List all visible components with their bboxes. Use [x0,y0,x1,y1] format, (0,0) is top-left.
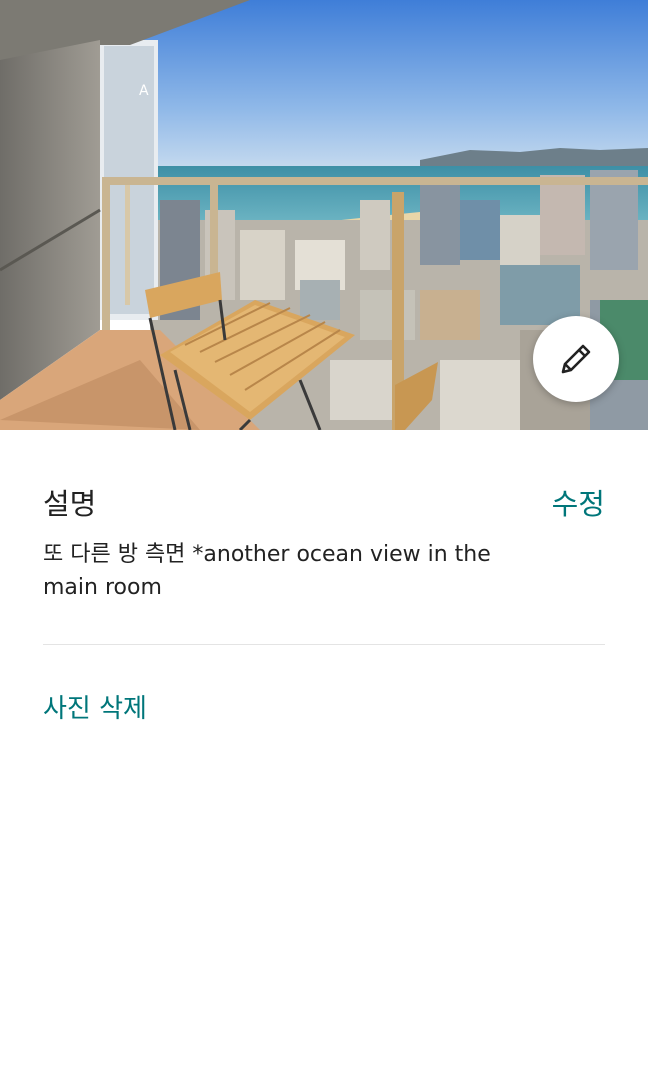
edit-description-button[interactable]: 수정 [552,484,605,524]
delete-photo-button[interactable]: 사진 삭제 [43,690,147,728]
pencil-icon [561,344,591,374]
svg-text:A: A [139,83,149,99]
divider [43,644,605,645]
listing-photo: A [0,0,648,430]
description-title: 설명 [43,487,97,521]
photo-detail-screen: A 설명 수정 또 다른 방 측면 *another ocean view in… [0,0,648,1080]
edit-photo-button[interactable] [533,316,619,402]
description-header: 설명 수정 [43,484,605,524]
description-text: 또 다른 방 측면 *another ocean view in the mai… [43,542,491,600]
